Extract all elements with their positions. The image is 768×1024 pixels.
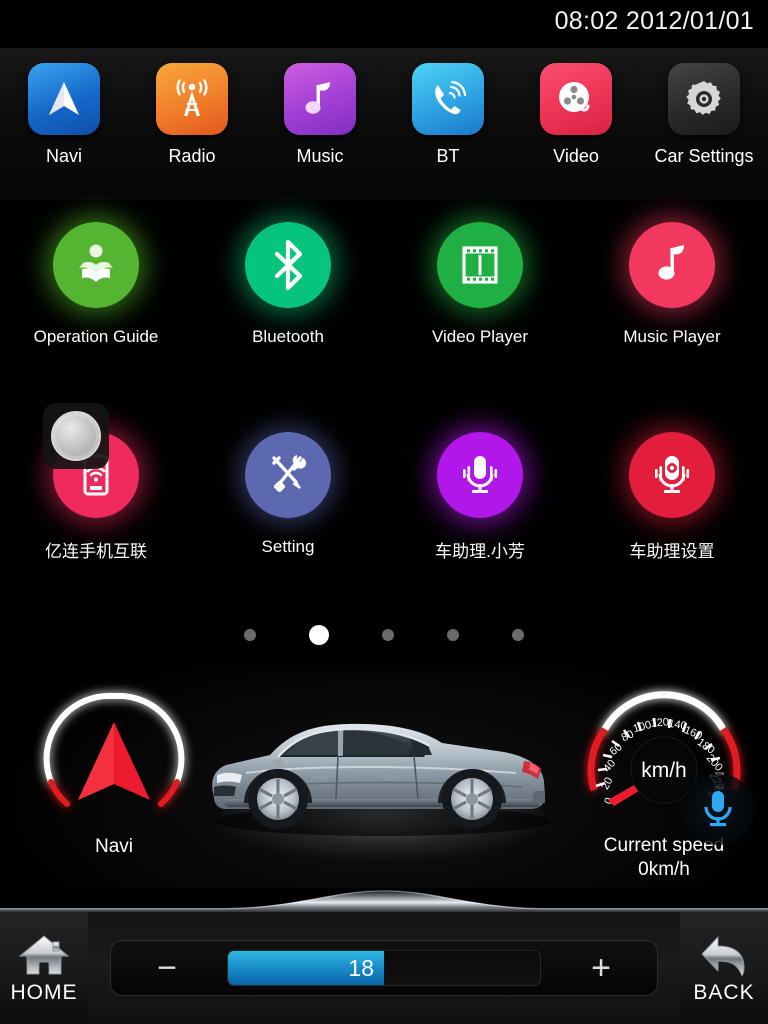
app-label-voice-assistant: 车助理.小芳 [435,542,525,561]
page-dot-2[interactable] [309,625,329,645]
cursor-disc [51,411,101,461]
speedometer-unit-label: km/h [641,759,687,782]
music-note-icon [658,245,685,280]
app-item-video-player[interactable]: Video Player [384,222,576,347]
music-note-icon [305,82,331,114]
microphone-icon [463,456,498,493]
app-item-operation-guide[interactable]: Operation Guide [0,222,192,347]
svg-text:40: 40 [601,758,618,775]
dock-label-car-settings: Car Settings [654,146,754,166]
clock-datetime: 08:02 2012/01/01 [554,7,754,35]
video-player-circle[interactable] [437,222,523,308]
svg-text:20: 20 [599,775,615,791]
voice-settings-circle[interactable] [629,432,715,518]
app-item-voice-settings[interactable]: 车助理设置 [576,432,768,562]
page-dot-1[interactable] [244,629,256,641]
voice-assistant-circle[interactable] [437,432,523,518]
video-tile[interactable] [540,63,612,135]
dock-item-video[interactable]: Video [512,63,640,167]
navigation-arrow-icon [49,82,79,115]
page-indicator[interactable] [0,625,768,645]
gear-icon [686,81,721,115]
film-reel-icon [559,82,590,112]
dock-label-navi: Navi [45,146,82,166]
app-label-voice-settings: 车助理设置 [629,542,715,561]
dock-item-radio[interactable]: Radio [128,63,256,167]
dock-item-car-settings[interactable]: Car Settings [640,63,768,167]
chrome-swoosh-graphic [0,890,768,914]
bottom-navigation-bar: HOME − 18 + BACK [0,912,768,1024]
setting-circle[interactable] [245,432,331,518]
volume-control[interactable]: − 18 + [110,940,658,996]
svg-text:120: 120 [650,716,669,729]
speedometer-caption-line2: 0km/h [638,858,690,880]
bluetooth-circle[interactable] [245,222,331,308]
bt-tile[interactable] [412,63,484,135]
app-label-phone-link: 亿连手机互联 [45,542,147,561]
volume-plus-button[interactable]: + [545,941,657,995]
dock-label-radio: Radio [168,146,216,166]
home-button-label: HOME [10,981,78,1004]
car-head-unit-screen: 08:02 2012/01/01 Navi Radio Music BT Vid… [0,0,768,1024]
reading-person-icon [79,244,113,282]
app-item-setting[interactable]: Setting [192,432,384,562]
bluetooth-icon [274,239,303,291]
app-grid-page: Operation Guide Bluetooth Video Player M… [0,200,768,845]
radio-tower-icon [176,79,208,116]
navi-gauge-caption: Navi [94,836,133,857]
microphone-gear-icon [655,456,690,493]
dock-item-bt[interactable]: BT [384,63,512,167]
page-dot-4[interactable] [447,629,459,641]
music-tile[interactable] [284,63,356,135]
navi-gauge[interactable]: Navi [34,678,194,858]
operation-guide-circle[interactable] [53,222,139,308]
car-settings-tile[interactable] [668,63,740,135]
back-arrow-icon [701,936,745,977]
sedan-car-side-icon [212,723,550,836]
music-player-circle[interactable] [629,222,715,308]
volume-value-label: 18 [348,954,374,981]
dock-label-video: Video [553,146,599,166]
status-bar: 08:02 2012/01/01 [0,0,768,48]
dock-item-navi[interactable]: Navi [0,63,128,167]
car-illustration [186,693,578,883]
chrome-divider [0,888,768,914]
navi-gauge-graphic [43,692,185,807]
touch-cursor-indicator [43,403,109,469]
app-label-setting: Setting [261,537,315,556]
radio-tile[interactable] [156,63,228,135]
film-strip-icon [462,246,498,284]
page-dot-3[interactable] [382,629,394,641]
page-dot-5[interactable] [512,629,524,641]
volume-slider-track[interactable]: 18 [227,950,541,986]
app-item-bluetooth[interactable]: Bluetooth [192,222,384,347]
dock-label-music: Music [296,146,344,166]
microphone-icon [704,791,732,827]
app-grid-row-2: 亿连手机互联 Setting 车助理.小芳 车助理设置 [0,432,768,562]
app-label-music-player: Music Player [623,327,721,346]
app-grid-row-1: Operation Guide Bluetooth Video Player M… [0,222,768,347]
app-label-bluetooth: Bluetooth [252,327,324,346]
home-button[interactable]: HOME [0,912,88,1024]
home-icon [18,935,70,975]
navi-tile[interactable] [28,63,100,135]
volume-minus-button[interactable]: − [111,941,223,995]
dock-item-music[interactable]: Music [256,63,384,167]
app-item-music-player[interactable]: Music Player [576,222,768,347]
app-label-operation-guide: Operation Guide [33,327,159,346]
svg-text:200: 200 [704,752,725,774]
voice-assistant-fab[interactable] [682,773,754,845]
tools-icon [272,455,307,493]
app-label-video-player: Video Player [431,327,529,346]
back-button[interactable]: BACK [680,912,768,1024]
dock-label-bt: BT [436,146,460,166]
app-item-voice-assistant[interactable]: 车助理.小芳 [384,432,576,562]
dashboard-widget: Navi 20 40 60 80 100 120 140 160 180 200… [0,665,768,895]
back-button-label: BACK [693,981,755,1004]
top-shortcut-dock: Navi Radio Music BT Video Car Settings [0,48,768,200]
phone-bluetooth-icon [435,80,467,115]
